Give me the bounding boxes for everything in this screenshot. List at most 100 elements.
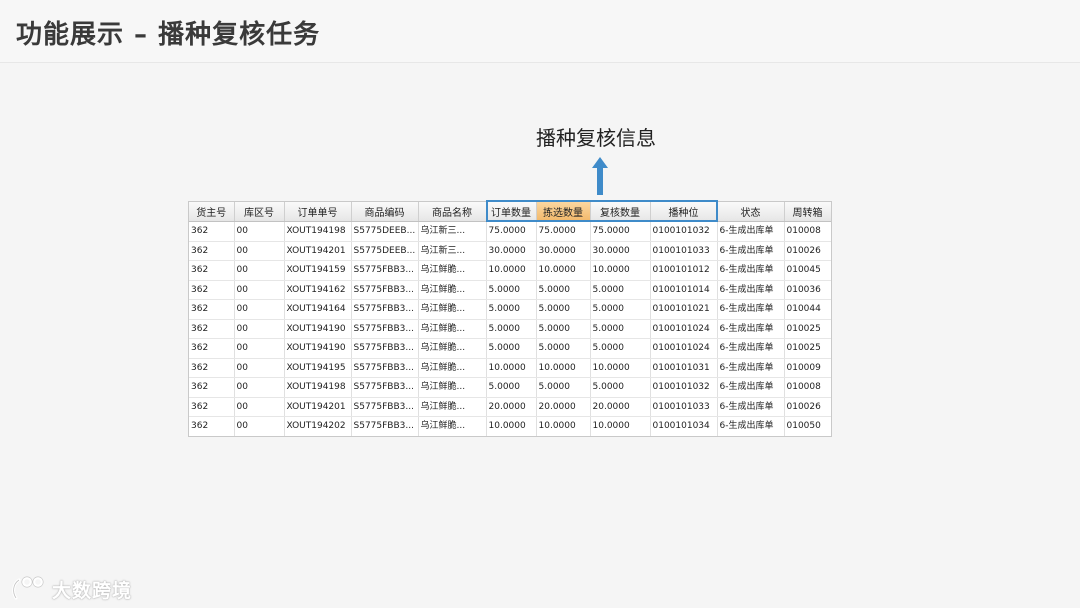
table-cell: 6-生成出库单 (717, 280, 785, 300)
column-header[interactable]: 复核数量 (590, 202, 651, 222)
table-cell: 10.0000 (486, 260, 537, 281)
table-row[interactable]: 362 00 XOUT194198 S5775FBB3... 乌江鲜脆... 5.0000… (189, 377, 831, 398)
table-cell: 10.0000 (536, 260, 591, 281)
table-cell: 362 (189, 416, 235, 436)
table-cell: 5.0000 (590, 299, 651, 320)
table-cell: S5775FBB3... (351, 397, 419, 417)
table-row[interactable]: 362 00 XOUT194202 S5775FBB3... 乌江鲜脆... 10.000… (189, 416, 831, 436)
table-row[interactable]: 362 00 XOUT194190 S5775FBB3... 乌江鲜脆... 5.0000… (189, 319, 831, 339)
table-row[interactable]: 362 00 XOUT194159 S5775FBB3... 乌江鲜脆... 10.000… (189, 260, 831, 281)
table-row[interactable]: 362 00 XOUT194198 S5775DEEB... 乌江新三... 75.000… (189, 221, 831, 242)
table-cell: 30.0000 (536, 241, 591, 261)
table-cell: XOUT194201 (284, 397, 352, 417)
column-header[interactable]: 商品编码 (351, 202, 419, 222)
table-cell: XOUT194198 (284, 221, 352, 242)
column-header[interactable]: 拣选数量 (536, 202, 591, 222)
table-cell: 6-生成出库单 (717, 358, 785, 378)
table-cell: 10.0000 (590, 260, 651, 281)
table-cell: 00 (234, 241, 285, 261)
table-row[interactable]: 362 00 XOUT194162 S5775FBB3... 乌江鲜脆... 5.0000… (189, 280, 831, 300)
table-cell: 乌江鲜脆... (418, 416, 487, 436)
table-row[interactable]: 362 00 XOUT194201 S5775DEEB... 乌江新三... 30.000… (189, 241, 831, 261)
table-cell: 6-生成出库单 (717, 260, 785, 281)
table-cell: S5775FBB3... (351, 358, 419, 378)
title-bar: 功能展示 – 播种复核任务 (0, 0, 1080, 63)
table-cell: XOUT194190 (284, 338, 352, 359)
table-cell: 5.0000 (590, 338, 651, 359)
up-arrow-icon (592, 157, 608, 195)
table-cell: XOUT194162 (284, 280, 352, 300)
table-cell: 010026 (784, 397, 831, 417)
review-task-table: 货主号 库区号 订单单号 商品编码 商品名称 订单数量 拣选数量 复核数量 播种位 状态 周转箱 3… (189, 202, 831, 436)
data-grid: 货主号 库区号 订单单号 商品编码 商品名称 订单数量 拣选数量 复核数量 播种位 状态 周转箱 3… (188, 201, 832, 437)
column-header[interactable]: 周转箱 (784, 202, 831, 222)
table-cell: 5.0000 (536, 280, 591, 300)
table-cell: 00 (234, 338, 285, 359)
column-header[interactable]: 状态 (717, 202, 785, 222)
table-cell: 010036 (784, 280, 831, 300)
table-cell: 乌江新三... (418, 221, 487, 242)
table-cell: 010026 (784, 241, 831, 261)
table-row[interactable]: 362 00 XOUT194190 S5775FBB3... 乌江鲜脆... 5.0000… (189, 338, 831, 359)
table-cell: 乌江鲜脆... (418, 377, 487, 398)
table-cell: XOUT194190 (284, 319, 352, 339)
column-header[interactable]: 订单单号 (284, 202, 352, 222)
table-cell: 362 (189, 377, 235, 398)
table-cell: S5775FBB3... (351, 416, 419, 436)
table-cell: XOUT194159 (284, 260, 352, 281)
table-cell: 6-生成出库单 (717, 241, 785, 261)
table-cell: 6-生成出库单 (717, 319, 785, 339)
table-cell: 362 (189, 299, 235, 320)
column-header[interactable]: 订单数量 (486, 202, 537, 222)
table-cell: 00 (234, 299, 285, 320)
table-cell: 0100101012 (650, 260, 718, 281)
brand-logo: 大数跨境 (10, 574, 160, 602)
table-cell: 362 (189, 280, 235, 300)
table-cell: 乌江鲜脆... (418, 319, 487, 339)
table-cell: 5.0000 (590, 377, 651, 398)
table-cell: 10.0000 (590, 358, 651, 378)
table-cell: 5.0000 (536, 377, 591, 398)
column-header[interactable]: 播种位 (650, 202, 718, 222)
table-cell: 乌江鲜脆... (418, 260, 487, 281)
table-row[interactable]: 362 00 XOUT194164 S5775FBB3... 乌江鲜脆... 5.0000… (189, 299, 831, 320)
callout-label: 播种复核信息 (536, 126, 656, 150)
table-cell: 0100101021 (650, 299, 718, 320)
table-cell: 30.0000 (486, 241, 537, 261)
column-header[interactable]: 货主号 (189, 202, 235, 222)
table-cell: 0100101024 (650, 319, 718, 339)
table-cell: 0100101014 (650, 280, 718, 300)
table-cell: 0100101032 (650, 377, 718, 398)
table-cell: XOUT194195 (284, 358, 352, 378)
table-cell: 010009 (784, 358, 831, 378)
column-header[interactable]: 库区号 (234, 202, 285, 222)
table-cell: 00 (234, 260, 285, 281)
table-cell: 75.0000 (536, 221, 591, 242)
slide: 功能展示 – 播种复核任务 播种复核信息 货主号 库区号 订单单号 商品编码 商品名称订… (0, 0, 1080, 608)
table-row[interactable]: 362 00 XOUT194201 S5775FBB3... 乌江鲜脆... 20.000… (189, 397, 831, 417)
table-cell: 20.0000 (486, 397, 537, 417)
table-cell: 010025 (784, 319, 831, 339)
table-cell: 乌江新三... (418, 241, 487, 261)
table-cell: XOUT194164 (284, 299, 352, 320)
table-cell: 5.0000 (590, 319, 651, 339)
people-logo-icon (12, 576, 44, 600)
table-cell: 6-生成出库单 (717, 397, 785, 417)
table-cell: 10.0000 (536, 358, 591, 378)
column-header[interactable]: 商品名称 (418, 202, 487, 222)
table-cell: 10.0000 (486, 416, 537, 436)
table-cell: 10.0000 (486, 358, 537, 378)
table-cell: 0100101032 (650, 221, 718, 242)
table-cell: 乌江鲜脆... (418, 299, 487, 320)
table-cell: 010050 (784, 416, 831, 436)
table-cell: 5.0000 (536, 338, 591, 359)
table-cell: 5.0000 (486, 299, 537, 320)
table-cell: 75.0000 (590, 221, 651, 242)
table-cell: 乌江鲜脆... (418, 338, 487, 359)
table-cell: 6-生成出库单 (717, 377, 785, 398)
table-cell: 362 (189, 338, 235, 359)
table-cell: XOUT194198 (284, 377, 352, 398)
table-row[interactable]: 362 00 XOUT194195 S5775FBB3... 乌江鲜脆... 10.000… (189, 358, 831, 378)
table-cell: 75.0000 (486, 221, 537, 242)
table-cell: 010044 (784, 299, 831, 320)
